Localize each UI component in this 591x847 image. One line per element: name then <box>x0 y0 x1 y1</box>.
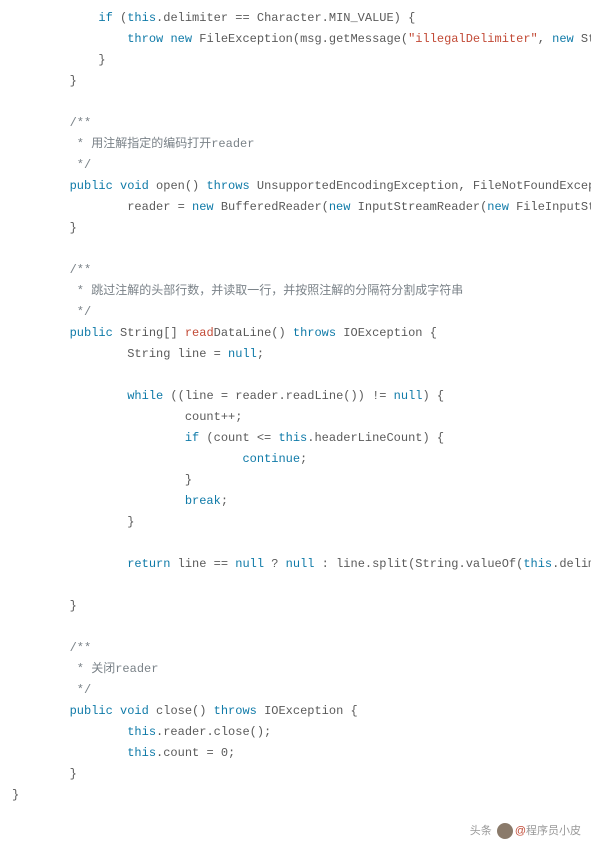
comment-line: */ <box>12 683 91 697</box>
brace: } <box>12 53 106 67</box>
comment-line: /** <box>12 263 91 277</box>
brace: } <box>12 599 77 613</box>
brace: } <box>12 788 19 802</box>
comment-line: */ <box>12 305 91 319</box>
code-line: count++; <box>12 410 242 424</box>
brace: } <box>12 473 192 487</box>
keyword-throws: throws <box>206 179 249 193</box>
keyword-throws: throws <box>293 326 336 340</box>
comment-line: /** <box>12 116 91 130</box>
keyword-void: void <box>120 179 149 193</box>
brace: } <box>12 74 77 88</box>
footer-brand: 头条 <box>470 825 492 837</box>
keyword-if: if <box>185 431 199 445</box>
keyword-new: new <box>487 200 509 214</box>
comment-line: * 关闭reader <box>12 662 158 676</box>
keyword-null: null <box>235 557 264 571</box>
brace: } <box>12 767 77 781</box>
keyword-throw: throw <box>127 32 163 46</box>
keyword-new: new <box>170 32 192 46</box>
keyword-new: new <box>552 32 574 46</box>
keyword-public: public <box>70 326 113 340</box>
keyword-null: null <box>394 389 423 403</box>
keyword-public: public <box>70 179 113 193</box>
keyword-break: break <box>185 494 221 508</box>
keyword-public: public <box>70 704 113 718</box>
comment-line: */ <box>12 158 91 172</box>
at-symbol: @ <box>515 825 526 837</box>
keyword-new: new <box>329 200 351 214</box>
keyword-null: null <box>228 347 257 361</box>
keyword-while: while <box>127 389 163 403</box>
comment-line: * 跳过注解的头部行数，并读取一行，并按照注解的分隔符分割成字符串 <box>12 284 463 298</box>
keyword-if: if <box>98 11 112 25</box>
keyword-continue: continue <box>242 452 300 466</box>
keyword-throws: throws <box>214 704 257 718</box>
function-name: read <box>185 326 214 340</box>
keyword-return: return <box>127 557 170 571</box>
keyword-null: null <box>286 557 315 571</box>
avatar-icon <box>497 823 513 839</box>
string-literal: "illegalDelimiter" <box>408 32 538 46</box>
watermark-footer: 头条 @程序员小皮 <box>0 820 591 847</box>
keyword-new: new <box>192 200 214 214</box>
brace: } <box>12 221 77 235</box>
comment-line: * 用注解指定的编码打开reader <box>12 137 254 151</box>
comment-line: /** <box>12 641 91 655</box>
footer-author: 程序员小皮 <box>526 825 581 837</box>
keyword-void: void <box>120 704 149 718</box>
code-block: if (this.delimiter == Character.MIN_VALU… <box>0 0 591 814</box>
brace: } <box>12 515 134 529</box>
